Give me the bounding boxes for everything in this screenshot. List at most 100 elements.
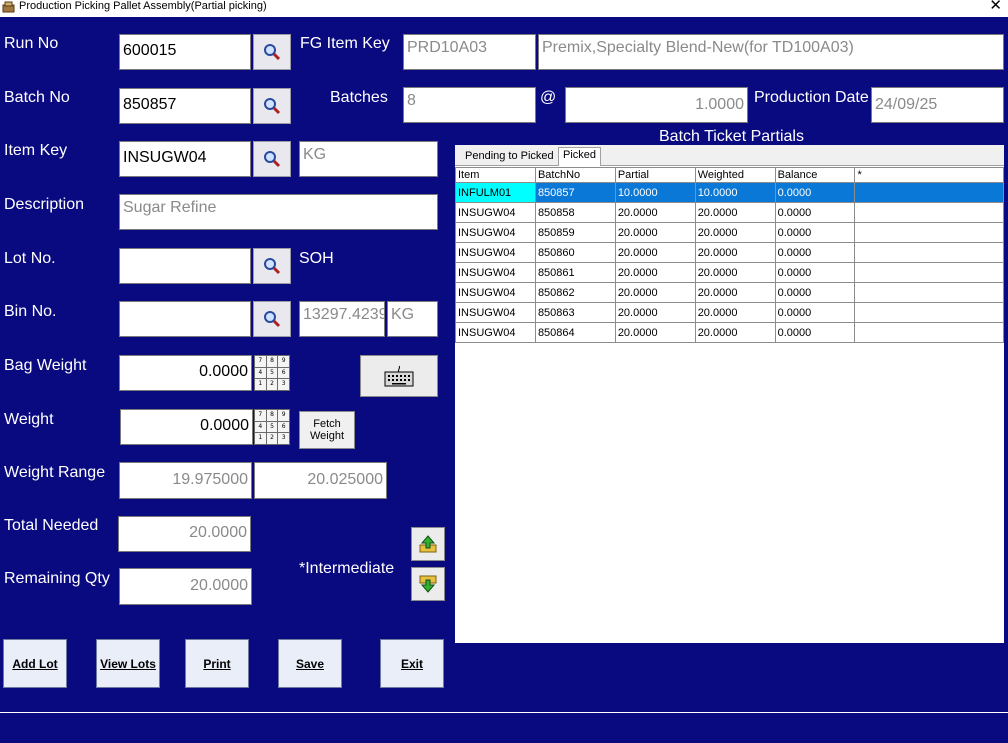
run-no-search-button[interactable] xyxy=(253,34,291,70)
cell-item[interactable]: INSUGW04 xyxy=(455,262,536,283)
bin-no-input[interactable] xyxy=(119,301,251,337)
add-lot-button[interactable]: Add Lot xyxy=(3,639,67,688)
cell-weighted[interactable]: 20.0000 xyxy=(694,242,776,263)
cell-weighted[interactable]: 20.0000 xyxy=(694,322,776,343)
cell-balance[interactable]: 0.0000 xyxy=(774,202,856,223)
cell-weighted[interactable]: 20.0000 xyxy=(694,262,776,283)
cell-balance[interactable]: 0.0000 xyxy=(774,322,856,343)
cell-extra[interactable] xyxy=(854,182,1004,203)
cell-item[interactable]: INFULM01 xyxy=(455,182,536,203)
table-row[interactable]: INSUGW04 850860 20.0000 20.0000 0.0000 xyxy=(455,242,1004,263)
cell-balance[interactable]: 0.0000 xyxy=(774,282,856,303)
column-header-extra[interactable]: * xyxy=(854,167,1004,183)
table-row[interactable]: INSUGW04 850861 20.0000 20.0000 0.0000 xyxy=(455,262,1004,283)
cell-balance[interactable]: 0.0000 xyxy=(774,222,856,243)
tab-picked[interactable]: Picked xyxy=(558,147,602,166)
batch-no-search-button[interactable] xyxy=(253,88,291,124)
batch-no-label: Batch No xyxy=(4,89,70,106)
batch-no-input[interactable]: 850857 xyxy=(119,88,251,124)
table-row[interactable]: INFULM01 850857 10.0000 10.0000 0.0000 xyxy=(455,182,1004,203)
save-button[interactable]: Save xyxy=(278,639,342,688)
cell-partial[interactable]: 20.0000 xyxy=(614,262,696,283)
item-key-search-button[interactable] xyxy=(253,141,291,177)
cell-weighted[interactable]: 10.0000 xyxy=(694,182,776,203)
cell-extra[interactable] xyxy=(854,202,1004,223)
cell-weighted[interactable]: 20.0000 xyxy=(694,202,776,223)
column-header-balance[interactable]: Balance xyxy=(774,167,856,183)
fg-item-key-label: FG Item Key xyxy=(300,35,390,52)
table-row[interactable]: INSUGW04 850858 20.0000 20.0000 0.0000 xyxy=(455,202,1004,223)
cell-batchno[interactable]: 850864 xyxy=(534,322,616,343)
column-header-item[interactable]: Item xyxy=(455,167,536,183)
exit-button[interactable]: Exit xyxy=(380,639,444,688)
production-date-label: Production Date xyxy=(754,89,869,106)
cell-partial[interactable]: 20.0000 xyxy=(614,322,696,343)
total-needed-label: Total Needed xyxy=(4,517,99,534)
cell-extra[interactable] xyxy=(854,242,1004,263)
view-lots-button[interactable]: View Lots xyxy=(96,639,160,688)
cell-balance[interactable]: 0.0000 xyxy=(774,242,856,263)
move-down-button[interactable] xyxy=(411,567,445,601)
table-row[interactable]: INSUGW04 850864 20.0000 20.0000 0.0000 xyxy=(455,322,1004,343)
cell-item[interactable]: INSUGW04 xyxy=(455,242,536,263)
cell-extra[interactable] xyxy=(854,262,1004,283)
cell-batchno[interactable]: 850862 xyxy=(534,282,616,303)
cell-extra[interactable] xyxy=(854,322,1004,343)
cell-partial[interactable]: 20.0000 xyxy=(614,282,696,303)
lot-no-search-button[interactable] xyxy=(253,248,291,284)
cell-item[interactable]: INSUGW04 xyxy=(455,322,536,343)
cell-partial[interactable]: 20.0000 xyxy=(614,202,696,223)
fetch-weight-button[interactable]: Fetch Weight xyxy=(299,411,355,449)
keyboard-button[interactable] xyxy=(360,355,438,397)
cell-balance[interactable]: 0.0000 xyxy=(774,302,856,323)
table-row[interactable]: INSUGW04 850862 20.0000 20.0000 0.0000 xyxy=(455,282,1004,303)
cell-partial[interactable]: 20.0000 xyxy=(614,302,696,323)
item-key-input[interactable]: INSUGW04 xyxy=(119,141,251,177)
lot-no-input[interactable] xyxy=(119,248,251,284)
run-no-input[interactable]: 600015 xyxy=(119,34,251,70)
cell-batchno[interactable]: 850860 xyxy=(534,242,616,263)
weight-input[interactable]: 0.0000 xyxy=(120,409,253,445)
table-row[interactable]: INSUGW04 850859 20.0000 20.0000 0.0000 xyxy=(455,222,1004,243)
tab-pending-to-picked[interactable]: Pending to Picked xyxy=(461,149,558,166)
cell-batchno[interactable]: 850861 xyxy=(534,262,616,283)
status-divider xyxy=(0,712,1008,713)
batch-ticket-grid: Pending to Picked Picked Item BatchNo Pa… xyxy=(455,145,1004,643)
cell-item[interactable]: INSUGW04 xyxy=(455,282,536,303)
column-header-batchno[interactable]: BatchNo xyxy=(534,167,616,183)
close-icon[interactable]: ✕ xyxy=(989,0,1002,13)
column-header-partial[interactable]: Partial xyxy=(614,167,696,183)
cell-weighted[interactable]: 20.0000 xyxy=(694,302,776,323)
table-header-row: Item BatchNo Partial Weighted Balance * xyxy=(455,167,1004,183)
cell-partial[interactable]: 10.0000 xyxy=(614,182,696,203)
cell-item[interactable]: INSUGW04 xyxy=(455,302,536,323)
cell-partial[interactable]: 20.0000 xyxy=(614,242,696,263)
cell-balance[interactable]: 0.0000 xyxy=(774,262,856,283)
bag-weight-input[interactable]: 0.0000 xyxy=(119,355,252,391)
bin-no-search-button[interactable] xyxy=(253,301,291,337)
cell-item[interactable]: INSUGW04 xyxy=(455,222,536,243)
cell-batchno[interactable]: 850857 xyxy=(534,182,616,203)
total-needed-field: 20.0000 xyxy=(118,516,251,552)
column-header-weighted[interactable]: Weighted xyxy=(694,167,776,183)
search-icon xyxy=(264,98,281,115)
cell-balance[interactable]: 0.0000 xyxy=(774,182,856,203)
cell-weighted[interactable]: 20.0000 xyxy=(694,222,776,243)
cell-batchno[interactable]: 850863 xyxy=(534,302,616,323)
cell-batchno[interactable]: 850859 xyxy=(534,222,616,243)
print-button[interactable]: Print xyxy=(185,639,249,688)
bag-weight-keypad-icon[interactable]: 789 456 123 xyxy=(254,355,290,391)
cell-extra[interactable] xyxy=(854,282,1004,303)
weight-keypad-icon[interactable]: 789 456 123 xyxy=(254,409,290,445)
batches-field: 8 xyxy=(403,87,536,123)
cell-partial[interactable]: 20.0000 xyxy=(614,222,696,243)
remaining-qty-label: Remaining Qty xyxy=(4,570,110,587)
cell-extra[interactable] xyxy=(854,222,1004,243)
move-up-button[interactable] xyxy=(411,527,445,561)
cell-batchno[interactable]: 850858 xyxy=(534,202,616,223)
production-date-field: 24/09/25 xyxy=(871,87,1004,123)
cell-item[interactable]: INSUGW04 xyxy=(455,202,536,223)
cell-weighted[interactable]: 20.0000 xyxy=(694,282,776,303)
table-row[interactable]: INSUGW04 850863 20.0000 20.0000 0.0000 xyxy=(455,302,1004,323)
cell-extra[interactable] xyxy=(854,302,1004,323)
